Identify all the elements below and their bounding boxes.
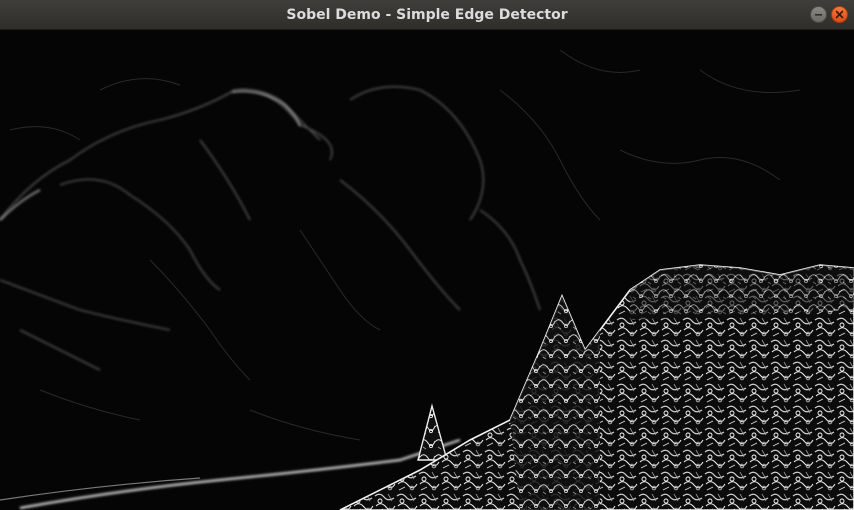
close-icon [835,10,844,19]
app-window: Sobel Demo - Simple Edge Detector [0,0,854,510]
minimize-button[interactable] [810,6,827,23]
title-bar[interactable]: Sobel Demo - Simple Edge Detector [0,0,854,30]
window-title: Sobel Demo - Simple Edge Detector [286,7,568,23]
close-button[interactable] [831,6,848,23]
minimize-icon [815,14,822,16]
window-controls [810,6,848,24]
edge-image-view[interactable] [0,30,854,510]
sobel-output-image [0,30,854,510]
